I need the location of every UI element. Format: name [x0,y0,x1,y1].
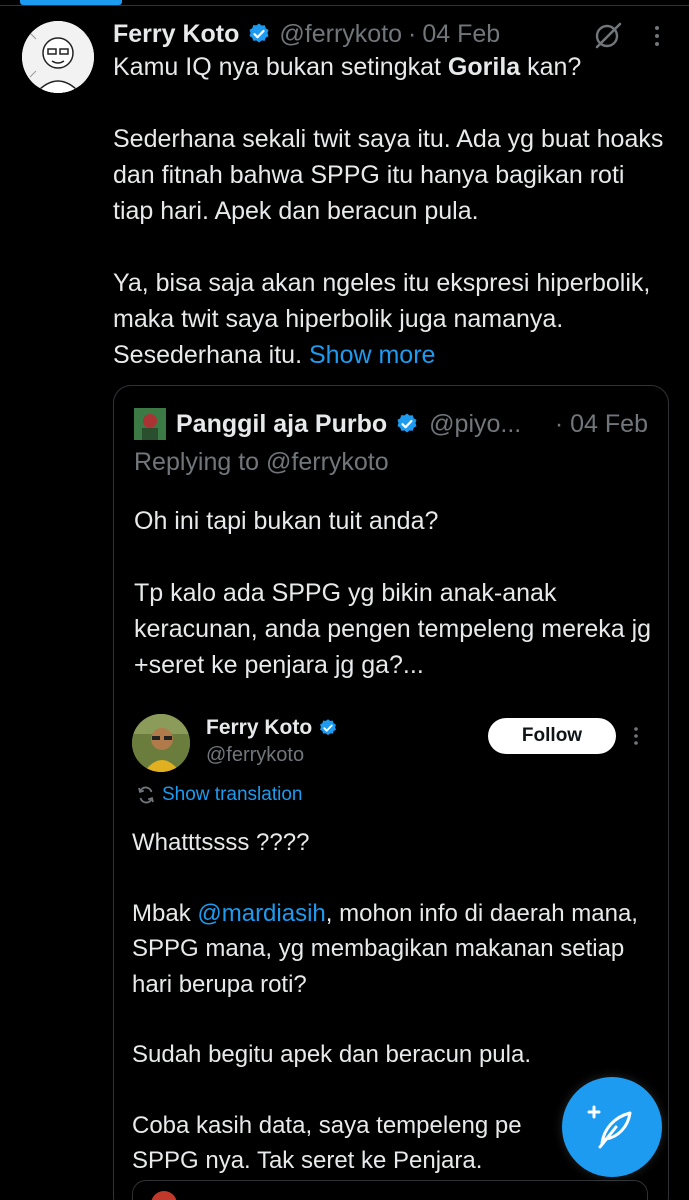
tweet[interactable]: Ferry Koto @ferrykoto · 04 Feb Kamu IQ n… [113,14,671,373]
more-dots-icon[interactable] [643,22,671,50]
quote-header: Panggil aja Purbo @piyo... · 04 Feb [134,406,648,442]
quote-text: Oh ini tapi bukan tuit anda? Tp kalo ada… [134,503,652,683]
nested-card-preview[interactable] [132,1180,648,1200]
verified-badge-icon [318,718,338,738]
embedded-paragraph: Mbak @mardiasih, mohon info di daerah ma… [132,896,648,1003]
follow-button[interactable]: Follow [488,718,616,754]
embedded-author-name[interactable]: Ferry Koto [206,716,346,740]
text-segment: Kamu IQ nya bukan setingkat [113,53,448,81]
compose-post-icon [587,1105,632,1149]
avatar[interactable] [132,714,190,772]
separator-dot: · [408,19,417,48]
divider [0,5,689,6]
text-segment: Mbak [132,899,198,927]
verified-badge-icon [247,22,271,46]
tweet-paragraph: Kamu IQ nya bukan setingkat Gorila kan? [113,49,671,85]
show-more-link[interactable]: Show more [309,341,435,369]
tweet-text: Kamu IQ nya bukan setingkat Gorila kan? … [113,49,671,373]
avatar[interactable] [134,408,166,440]
tweet-header: Ferry Koto @ferrykoto · 04 Feb [113,14,671,54]
embedded-author-name-text: Ferry Koto [206,716,313,739]
embedded-paragraph: Whatttssss ???? [132,829,310,856]
show-translation-link[interactable]: Show translation [136,784,302,806]
verified-badge-icon [395,412,419,436]
translate-icon [138,786,154,804]
quote-paragraph: Oh ini tapi bukan tuit anda? [134,507,439,535]
grok-icon[interactable] [593,20,623,50]
quoted-tweet-card[interactable]: Panggil aja Purbo @piyo... · 04 Feb Repl… [113,385,669,1200]
show-translation-label: Show translation [162,784,303,805]
quote-date-text: 04 Feb [570,409,648,438]
avatar-illustration [22,21,94,93]
tweet-paragraph: Sederhana sekali twit saya itu. Ada yg b… [113,125,664,225]
avatar [151,1191,177,1200]
more-dots-icon[interactable] [624,724,648,748]
embedded-tweet-header: Ferry Koto @ferrykoto Follow [132,712,652,774]
quote-paragraph: Tp kalo ada SPPG yg bikin anak-anak kera… [134,579,652,679]
embedded-paragraph: Sudah begitu apek dan beracun pula. [132,1041,531,1068]
separator-dot: · [554,409,564,438]
quote-author-name[interactable]: Panggil aja Purbo [176,410,387,439]
mention-link[interactable]: @mardiasih [197,900,325,927]
tweet-paragraph: Ya, bisa saja akan ngeles itu ekspresi h… [113,265,671,373]
text-bold-segment: Gorila [447,53,521,81]
compose-post-button[interactable] [562,1077,662,1177]
text-segment: kan? [520,53,582,81]
quote-author-handle[interactable]: @piyo... [429,410,521,439]
embedded-author-handle[interactable]: @ferrykoto [206,744,304,767]
author-handle[interactable]: @ferrykoto [279,20,402,49]
avatar[interactable] [22,21,94,93]
replying-to-label: Replying to @ferrykoto [134,448,389,476]
quote-date[interactable]: · 04 Feb [555,410,648,439]
author-name[interactable]: Ferry Koto [113,20,239,49]
tweet-date[interactable]: 04 Feb [422,20,500,49]
